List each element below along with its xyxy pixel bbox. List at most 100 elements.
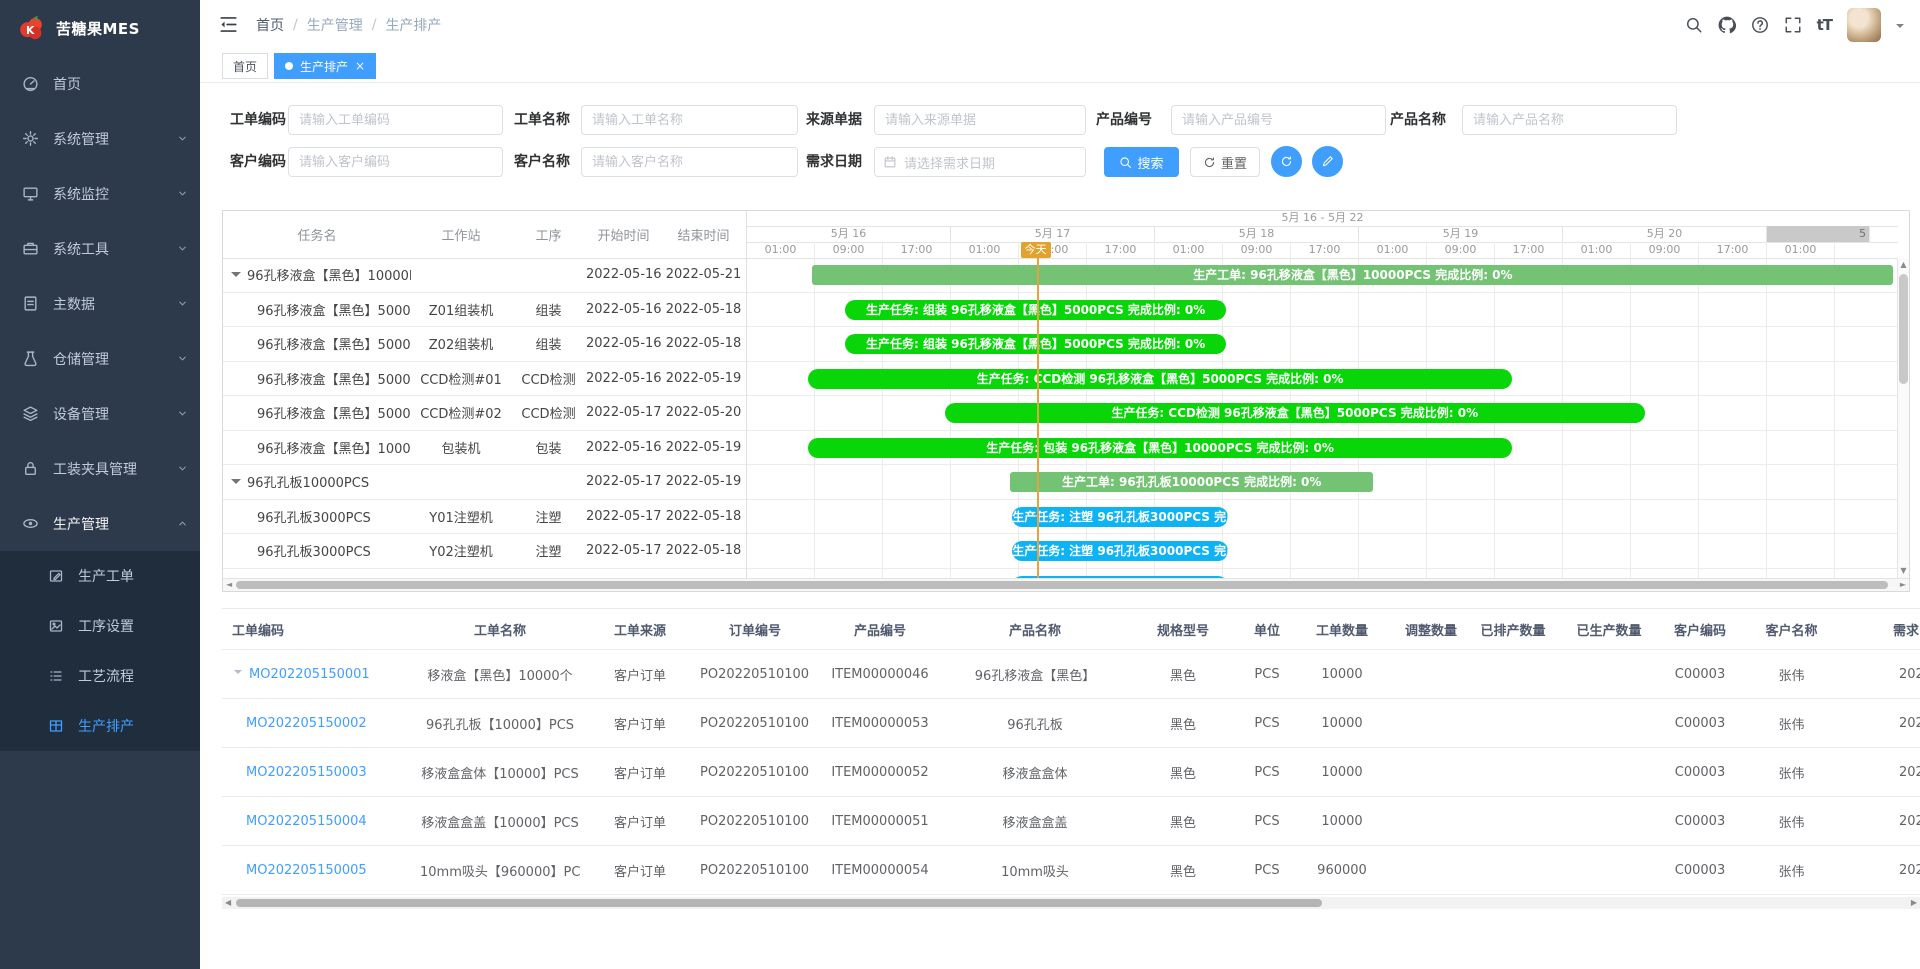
- table-row[interactable]: MO20220515000510mm吸头【960000】PCS客户订单PO202…: [222, 846, 1920, 895]
- tab-首页[interactable]: 首页: [222, 53, 268, 79]
- expand-caret-icon[interactable]: [231, 272, 241, 282]
- avatar-dropdown-caret-icon[interactable]: [1896, 24, 1904, 32]
- cell-qty: 10000: [1288, 667, 1396, 682]
- scroll-left-icon[interactable]: ◄: [226, 579, 232, 591]
- sidebar-item-0[interactable]: 首页: [0, 56, 200, 111]
- scrollbar-thumb[interactable]: [1899, 274, 1908, 384]
- work-order-link[interactable]: MO202205150004: [246, 814, 367, 829]
- sidebar-item-label: 首页: [53, 74, 188, 94]
- sidebar-item-1[interactable]: 系统管理: [0, 111, 200, 166]
- fullscreen-icon[interactable]: [1784, 16, 1802, 34]
- gantt-task-row[interactable]: 96孔移液盒【黑色】10000PCS包装机包装2022-05-162022-05…: [223, 431, 746, 466]
- filter-input-客户编码[interactable]: [288, 147, 503, 177]
- github-icon[interactable]: [1718, 16, 1736, 34]
- table-column-已生产数量: 已生产数量: [1560, 620, 1658, 639]
- sidebar-subitem-生产排产[interactable]: 生产排产: [0, 701, 200, 751]
- scroll-left-icon[interactable]: ◀: [225, 897, 231, 909]
- edit-schedule-button[interactable]: [1312, 146, 1343, 177]
- table-row[interactable]: MO202205150003移液盒盒体【10000】PCS客户订单PO20220…: [222, 748, 1920, 797]
- sidebar-item-8[interactable]: 生产管理: [0, 496, 200, 551]
- demand-date-picker[interactable]: 请选择需求日期: [874, 147, 1086, 177]
- gantt-task-row[interactable]: 96孔孔板3000PCSY02注塑机注塑2022-05-172022-05-18: [223, 534, 746, 569]
- app-logo-icon: K: [16, 13, 46, 43]
- gantt-bar[interactable]: 生产任务: 组装 96孔移液盒【黑色】5000PCS 完成比例: 0%: [845, 334, 1226, 354]
- gantt-task-row[interactable]: 96孔移液盒【黑色】5000PCSZ02组装机组装2022-05-162022-…: [223, 327, 746, 362]
- sidebar-submenu: 生产工单工序设置工艺流程生产排产: [0, 551, 200, 751]
- sidebar-toggle-icon[interactable]: [218, 14, 239, 35]
- chevron-down-icon: [177, 408, 188, 419]
- work-order-link[interactable]: MO202205150003: [246, 765, 367, 780]
- gantt-bar[interactable]: 生产工单: 96孔孔板10000PCS 完成比例: 0%: [1010, 472, 1373, 492]
- scroll-right-icon[interactable]: ▶: [1911, 897, 1917, 909]
- table-row[interactable]: MO202205150004移液盒盒盖【10000】PCS客户订单PO20220…: [222, 797, 1920, 846]
- tab-close-icon[interactable]: ×: [355, 60, 365, 72]
- table-row[interactable]: MO20220515000296孔孔板【10000】PCS客户订单PO20220…: [222, 699, 1920, 748]
- filter-input-产品编号[interactable]: [1171, 105, 1386, 135]
- filter-input-产品名称[interactable]: [1462, 105, 1677, 135]
- scroll-down-icon[interactable]: ▼: [1898, 564, 1909, 578]
- table-horizontal-scrollbar[interactable]: ◀ ▶: [222, 897, 1920, 909]
- gantt-task-row[interactable]: 96孔移液盒【黑色】5000PCSCCD检测#02CCD检测2022-05-17…: [223, 396, 746, 431]
- gantt-bar[interactable]: 生产工单: 96孔移液盒【黑色】10000PCS 完成比例: 0%: [812, 265, 1893, 285]
- scrollbar-thumb[interactable]: [236, 899, 1322, 907]
- gantt-bar[interactable]: 生产任务: CCD检测 96孔移液盒【黑色】5000PCS 完成比例: 0%: [808, 369, 1512, 389]
- breadcrumb: 首页/生产管理/生产排产: [256, 0, 441, 50]
- sidebar-subitem-生产工单[interactable]: 生产工单: [0, 551, 200, 601]
- filter-input-工单名称[interactable]: [581, 105, 798, 135]
- gantt-bar[interactable]: 生产任务: 组装 96孔移液盒【黑色】5000PCS 完成比例: 0%: [845, 300, 1226, 320]
- cell-cust_name: 张伟: [1742, 714, 1841, 733]
- cell-qty: 10000: [1288, 765, 1396, 780]
- filter-input-客户名称[interactable]: [581, 147, 798, 177]
- scroll-up-icon[interactable]: ▲: [1898, 258, 1909, 272]
- question-icon[interactable]: [1751, 16, 1769, 34]
- gantt-task-row[interactable]: 96孔孔板3000PCSY01注塑机注塑2022-05-172022-05-18: [223, 500, 746, 535]
- table-row[interactable]: MO202205150001移液盒【黑色】10000个客户订单PO2022051…: [222, 650, 1920, 699]
- gantt-bar[interactable]: 生产任务: 包装 96孔移液盒【黑色】10000PCS 完成比例: 0%: [808, 438, 1512, 458]
- filter-label-产品名称: 产品名称: [1390, 105, 1446, 135]
- gantt-bar[interactable]: 生产任务: 注塑 96孔孔板3000PCS 完成比例: 0%: [1012, 507, 1228, 527]
- work-order-link[interactable]: MO202205150002: [246, 716, 367, 731]
- gantt-column-header-任务名: 任务名: [223, 225, 411, 244]
- gantt-task-end: 2022-05-20: [661, 405, 746, 420]
- sidebar-subitem-label: 工艺流程: [78, 666, 134, 686]
- gantt-bar[interactable]: 生产任务: 注塑 96孔孔板3000PCS 完成比例: 0%: [1012, 541, 1228, 561]
- filter-input-工单编码[interactable]: [288, 105, 503, 135]
- row-expand-caret-icon[interactable]: [234, 670, 242, 678]
- filter-input-来源单据[interactable]: [874, 105, 1086, 135]
- sidebar-subitem-工艺流程[interactable]: 工艺流程: [0, 651, 200, 701]
- gantt-task-row[interactable]: 96孔移液盒【黑色】10000PCS2022-05-162022-05-21: [223, 258, 746, 293]
- gantt-task-row[interactable]: 96孔孔板3000PCSY03注塑机注塑2022-05-172022-05-18: [223, 569, 746, 579]
- tab-生产排产[interactable]: 生产排产×: [274, 53, 376, 79]
- scroll-right-icon[interactable]: ►: [1900, 579, 1906, 591]
- breadcrumb-item-2[interactable]: 生产排产: [385, 15, 441, 35]
- gantt-horizontal-scrollbar[interactable]: ◄►: [223, 578, 1909, 591]
- sidebar-item-2[interactable]: 系统监控: [0, 166, 200, 221]
- scrollbar-thumb[interactable]: [236, 581, 1888, 589]
- font-size-icon[interactable]: tT: [1817, 16, 1832, 34]
- refresh-schedule-button[interactable]: [1271, 146, 1302, 177]
- sidebar-item-4[interactable]: 主数据: [0, 276, 200, 331]
- sidebar-item-3[interactable]: 系统工具: [0, 221, 200, 276]
- work-order-link[interactable]: MO202205150001: [249, 667, 370, 682]
- gantt-task-row[interactable]: 96孔孔板10000PCS2022-05-172022-05-19: [223, 465, 746, 500]
- sidebar-item-5[interactable]: 仓储管理: [0, 331, 200, 386]
- sidebar-item-6[interactable]: 设备管理: [0, 386, 200, 441]
- search-button[interactable]: 搜索: [1104, 147, 1179, 177]
- sidebar-item-7[interactable]: 工装夹具管理: [0, 441, 200, 496]
- sidebar-subitem-工序设置[interactable]: 工序设置: [0, 601, 200, 651]
- search-icon[interactable]: [1685, 16, 1703, 34]
- breadcrumb-item-1[interactable]: 生产管理: [307, 15, 363, 35]
- monitor-icon: [22, 185, 39, 202]
- user-avatar[interactable]: [1847, 8, 1881, 42]
- breadcrumb-item-0[interactable]: 首页: [256, 15, 284, 35]
- gantt-task-row[interactable]: 96孔移液盒【黑色】5000PCSCCD检测#01CCD检测2022-05-16…: [223, 362, 746, 397]
- reset-button[interactable]: 重置: [1190, 147, 1260, 177]
- gantt-task-row[interactable]: 96孔移液盒【黑色】5000PCSZ01组装机组装2022-05-162022-…: [223, 293, 746, 328]
- gantt-bar[interactable]: 生产任务: 注塑 96孔孔板3000PCS 完成比例: 0%: [1012, 576, 1228, 579]
- work-order-link[interactable]: MO202205150005: [246, 863, 367, 878]
- expand-caret-icon[interactable]: [231, 479, 241, 489]
- filter-label-工单名称: 工单名称: [514, 105, 570, 135]
- cell-name: 96孔孔板【10000】PCS: [420, 714, 580, 733]
- gantt-vertical-scrollbar[interactable]: ▲▼: [1897, 258, 1909, 578]
- gantt-bar[interactable]: 生产任务: CCD检测 96孔移液盒【黑色】5000PCS 完成比例: 0%: [945, 403, 1645, 423]
